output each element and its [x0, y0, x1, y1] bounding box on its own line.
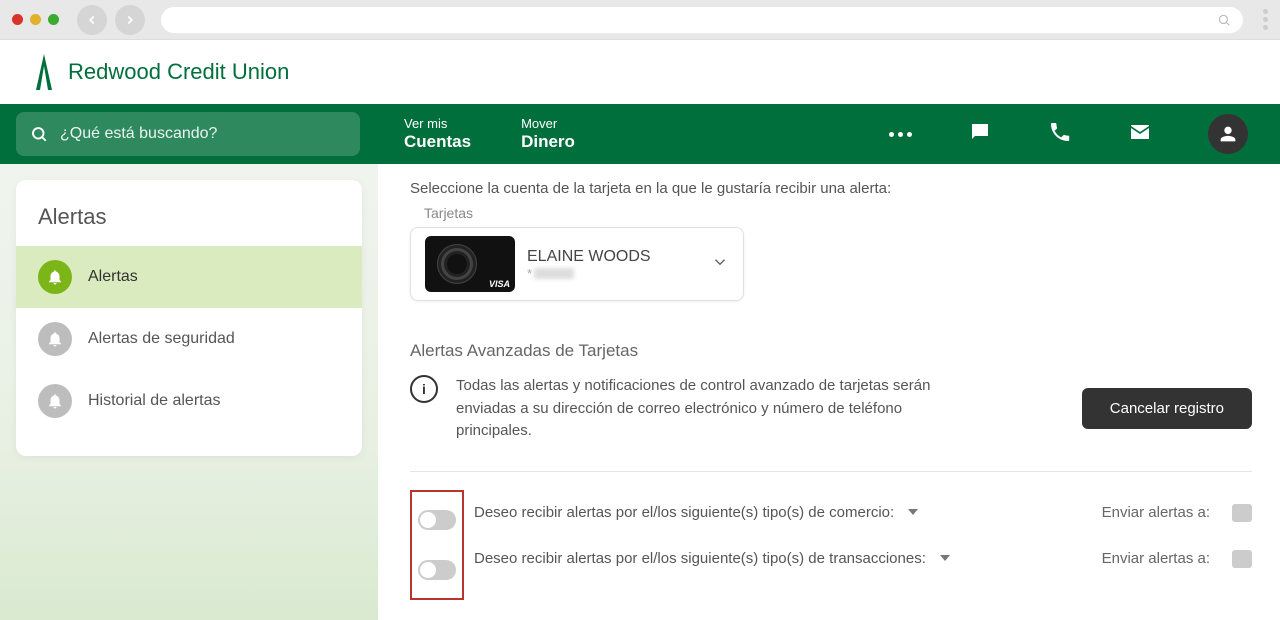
sidebar-item-label: Alertas	[88, 268, 138, 286]
main-nav: Ver mis Cuentas Mover Dinero	[0, 104, 1280, 164]
cancel-registration-button[interactable]: Cancelar registro	[1082, 388, 1252, 429]
send-alerts-label: Enviar alertas a:	[1102, 550, 1210, 567]
card-holder-name: ELAINE WOODS	[527, 248, 699, 266]
more-icon[interactable]	[889, 132, 912, 137]
messages-icon[interactable]	[968, 120, 992, 149]
search-icon	[30, 125, 48, 143]
sidebar-title: Alertas	[16, 198, 362, 246]
person-icon	[1217, 123, 1239, 145]
nav-icons	[889, 114, 1264, 154]
tree-icon	[30, 52, 58, 92]
toggle-transaction-types[interactable]	[418, 560, 456, 580]
chat-icon[interactable]	[1232, 504, 1252, 522]
chat-icon[interactable]	[1232, 550, 1252, 568]
dropdown-caret-icon[interactable]	[904, 504, 918, 522]
toggle-label: Deseo recibir alertas por el/los siguien…	[474, 550, 926, 567]
forward-button[interactable]	[115, 5, 145, 35]
browser-menu-icon[interactable]	[1263, 9, 1268, 30]
sidebar-item-label: Historial de alertas	[88, 392, 221, 410]
back-button[interactable]	[77, 5, 107, 35]
toggle-commerce-types[interactable]	[418, 510, 456, 530]
bell-icon	[38, 260, 72, 294]
maximize-window-icon[interactable]	[48, 14, 59, 25]
sidebar-item-alert-history[interactable]: Historial de alertas	[16, 370, 362, 432]
subsection-title: Alertas Avanzadas de Tarjetas	[410, 341, 1252, 361]
sidebar-item-label: Alertas de seguridad	[88, 330, 235, 348]
mail-icon[interactable]	[1128, 120, 1152, 149]
brand-logo[interactable]: Redwood Credit Union	[30, 52, 289, 92]
brand-name: Redwood Credit Union	[68, 59, 289, 85]
search-box[interactable]	[16, 112, 360, 156]
field-label-cards: Tarjetas	[424, 205, 1252, 221]
search-input[interactable]	[60, 125, 346, 143]
section-intro: Seleccione la cuenta de la tarjeta en la…	[410, 180, 1252, 197]
close-window-icon[interactable]	[12, 14, 23, 25]
minimize-window-icon[interactable]	[30, 14, 41, 25]
send-alerts-label: Enviar alertas a:	[1102, 504, 1210, 521]
bell-icon	[38, 322, 72, 356]
info-text: Todas las alertas y notificaciones de co…	[456, 375, 956, 443]
info-icon: i	[410, 375, 438, 403]
sidebar: Alertas Alertas Alertas de seguridad His…	[16, 180, 362, 456]
card-image	[425, 236, 515, 292]
card-number-masked: *	[527, 266, 699, 281]
divider	[410, 471, 1252, 472]
url-bar[interactable]	[161, 7, 1243, 33]
nav-accounts[interactable]: Ver mis Cuentas	[404, 116, 471, 152]
bell-icon	[38, 384, 72, 418]
logo-bar: Redwood Credit Union	[0, 40, 1280, 104]
phone-icon[interactable]	[1048, 120, 1072, 149]
nav-move-money[interactable]: Mover Dinero	[521, 116, 575, 152]
window-controls	[12, 14, 59, 25]
browser-chrome	[0, 0, 1280, 40]
card-selector[interactable]: ELAINE WOODS *	[410, 227, 744, 301]
profile-avatar[interactable]	[1208, 114, 1248, 154]
search-icon	[1217, 13, 1231, 27]
sidebar-item-security-alerts[interactable]: Alertas de seguridad	[16, 308, 362, 370]
highlight-annotation	[410, 490, 464, 600]
content-area: Seleccione la cuenta de la tarjeta en la…	[378, 164, 1280, 620]
chevron-down-icon	[711, 253, 729, 276]
dropdown-caret-icon[interactable]	[936, 550, 950, 568]
sidebar-item-alerts[interactable]: Alertas	[16, 246, 362, 308]
toggle-label: Deseo recibir alertas por el/los siguien…	[474, 504, 894, 521]
